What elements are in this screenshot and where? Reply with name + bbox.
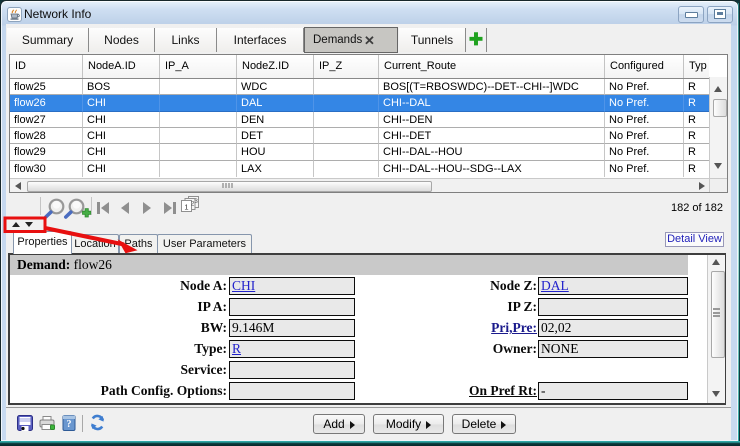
svg-text:1: 1 bbox=[184, 203, 188, 212]
svg-text:?: ? bbox=[67, 419, 72, 430]
svg-text:3: 3 bbox=[194, 198, 198, 205]
svg-text:2: 2 bbox=[191, 201, 195, 208]
